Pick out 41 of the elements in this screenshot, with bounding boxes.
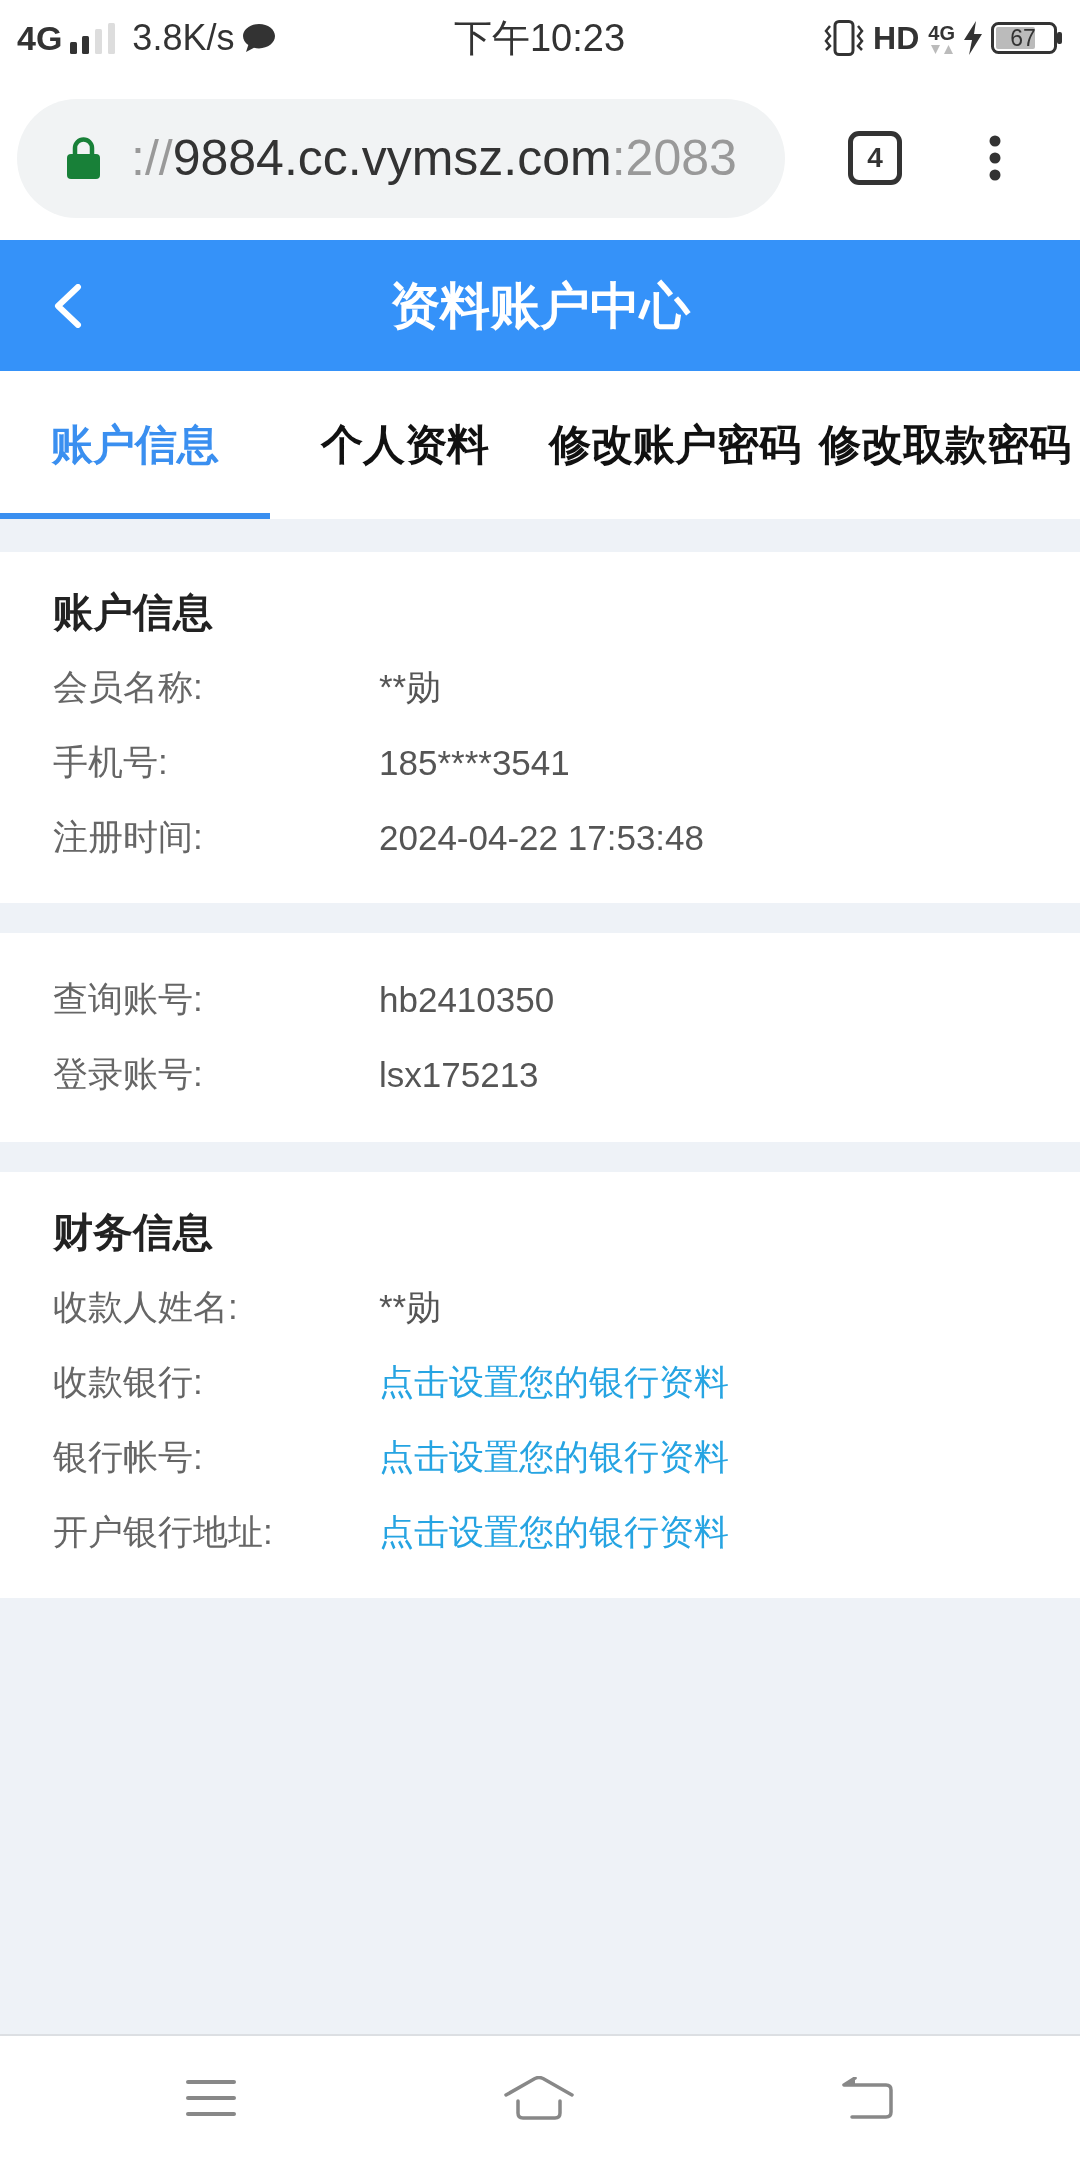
- hd-text: HD: [873, 22, 920, 54]
- battery-level-text: 67: [1009, 26, 1037, 50]
- page-title: 资料账户中心: [389, 280, 692, 331]
- field-label: 注册时间:: [53, 816, 203, 858]
- network-speed-text: 3.8K/s: [132, 20, 235, 56]
- tab[interactable]: 修改账户密码: [540, 371, 810, 519]
- field-label: 银行帐号:: [53, 1436, 203, 1478]
- field-value: 185****3541: [379, 742, 570, 783]
- section-heading: 财务信息: [53, 1209, 214, 1256]
- field-value: **勋: [379, 666, 442, 708]
- chat-bubble-icon: [242, 23, 277, 53]
- tab-count-button[interactable]: 4: [848, 131, 902, 185]
- field-label: 手机号:: [53, 741, 168, 783]
- return-arrow-icon[interactable]: [842, 2077, 894, 2119]
- field-value: lsx175213: [379, 1054, 539, 1095]
- field-value: 2024-04-22 17:53:48: [379, 817, 704, 858]
- tab[interactable]: 个人资料: [270, 371, 540, 519]
- vibrate-icon: [824, 20, 865, 56]
- home-icon[interactable]: [504, 2076, 574, 2120]
- field-label: 查询账号:: [53, 978, 203, 1020]
- field-value: **勋: [379, 1286, 442, 1328]
- charging-bolt-icon: [964, 21, 982, 55]
- network-type-text: 4G: [17, 21, 63, 55]
- signal-icon: [70, 22, 116, 54]
- field-value: hb2410350: [379, 979, 555, 1020]
- field-label: 登录账号:: [53, 1053, 203, 1095]
- tab[interactable]: 修改取款密码: [810, 371, 1080, 519]
- data-arrows-icon: [930, 44, 953, 54]
- lock-icon: [67, 137, 100, 179]
- field-label: 收款人姓名:: [53, 1286, 238, 1328]
- clock-text: 下午10:23: [453, 19, 626, 57]
- field-label: 收款银行:: [53, 1361, 203, 1403]
- url-text: ://9884.cc.vymsz.com:2083: [131, 133, 737, 183]
- address-bar[interactable]: ://9884.cc.vymsz.com:2083: [17, 98, 785, 218]
- field-label: 开户银行地址:: [53, 1511, 273, 1553]
- back-icon[interactable]: [52, 283, 82, 328]
- menu-icon[interactable]: [186, 2080, 236, 2116]
- field-label: 会员名称:: [53, 666, 203, 708]
- battery-icon: [991, 22, 1062, 54]
- data-type-text: 4G: [928, 22, 955, 43]
- section-heading: 账户信息: [53, 589, 214, 636]
